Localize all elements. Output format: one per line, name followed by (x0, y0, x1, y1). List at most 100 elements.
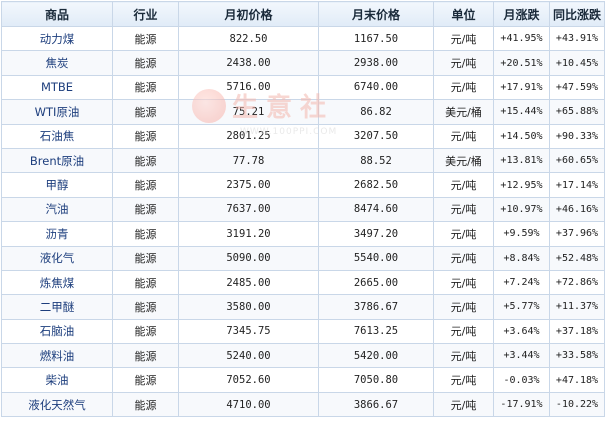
month-change-cell: +15.44% (493, 99, 550, 125)
yoy-change-cell: +52.48% (549, 245, 605, 271)
commodity-name-link[interactable]: 石脑油 (1, 318, 113, 345)
unit-cell: 元/吨 (433, 74, 494, 101)
table-row: 二甲醚 能源 3580.00 3786.67 元/吨 +5.77% +11.37% (1, 294, 605, 320)
end-price-cell: 5540.00 (318, 245, 434, 271)
unit-cell: 元/吨 (433, 294, 494, 320)
end-price-cell: 8474.60 (318, 196, 434, 223)
header-end-price[interactable]: 月末价格 (318, 1, 434, 27)
industry-cell: 能源 (112, 367, 179, 393)
yoy-change-cell: +33.58% (549, 343, 605, 369)
table-row: 动力煤 能源 822.50 1167.50 元/吨 +41.95% +43.91% (1, 25, 605, 52)
yoy-change-cell: +60.65% (549, 147, 605, 174)
end-price-cell: 3497.20 (318, 221, 434, 247)
month-change-cell: +7.24% (493, 269, 550, 296)
yoy-change-cell: +37.18% (549, 318, 605, 345)
yoy-change-cell: -10.22% (549, 391, 605, 418)
end-price-cell: 88.52 (318, 147, 434, 174)
end-price-cell: 1167.50 (318, 25, 434, 52)
commodity-name-link[interactable]: 液化气 (1, 245, 113, 271)
commodity-name-link[interactable]: 柴油 (1, 367, 113, 393)
commodity-name-link[interactable]: 燃料油 (1, 343, 113, 369)
month-change-cell: +13.81% (493, 147, 550, 174)
month-change-cell: +3.44% (493, 343, 550, 369)
industry-cell: 能源 (112, 343, 179, 369)
commodity-name-link[interactable]: 石油焦 (1, 123, 113, 149)
month-change-cell: -0.03% (493, 367, 550, 393)
header-start-price[interactable]: 月初价格 (178, 1, 319, 27)
commodity-name-link[interactable]: 甲醇 (1, 172, 113, 198)
header-commodity[interactable]: 商品 (1, 1, 113, 27)
table-row: 炼焦煤 能源 2485.00 2665.00 元/吨 +7.24% +72.86% (1, 269, 605, 296)
start-price-cell: 3580.00 (178, 294, 319, 320)
unit-cell: 元/吨 (433, 123, 494, 149)
start-price-cell: 2801.25 (178, 123, 319, 149)
commodity-name-link[interactable]: 沥青 (1, 221, 113, 247)
industry-cell: 能源 (112, 123, 179, 149)
header-industry[interactable]: 行业 (112, 1, 179, 27)
table-row: 柴油 能源 7052.60 7050.80 元/吨 -0.03% +47.18% (1, 367, 605, 393)
industry-cell: 能源 (112, 245, 179, 271)
unit-cell: 美元/桶 (433, 99, 494, 125)
start-price-cell: 5716.00 (178, 74, 319, 101)
end-price-cell: 2682.50 (318, 172, 434, 198)
yoy-change-cell: +43.91% (549, 25, 605, 52)
commodity-name-link[interactable]: Brent原油 (1, 147, 113, 174)
end-price-cell: 7613.25 (318, 318, 434, 345)
table-row: 焦炭 能源 2438.00 2938.00 元/吨 +20.51% +10.45% (1, 50, 605, 76)
unit-cell: 元/吨 (433, 221, 494, 247)
unit-cell: 元/吨 (433, 25, 494, 52)
industry-cell: 能源 (112, 74, 179, 101)
yoy-change-cell: +47.18% (549, 367, 605, 393)
yoy-change-cell: +46.16% (549, 196, 605, 223)
table-row: 甲醇 能源 2375.00 2682.50 元/吨 +12.95% +17.14% (1, 172, 605, 198)
table-row: Brent原油 能源 77.78 88.52 美元/桶 +13.81% +60.65% (1, 147, 605, 174)
month-change-cell: +3.64% (493, 318, 550, 345)
yoy-change-cell: +17.14% (549, 172, 605, 198)
yoy-change-cell: +11.37% (549, 294, 605, 320)
commodity-name-link[interactable]: 汽油 (1, 196, 113, 223)
commodity-name-link[interactable]: MTBE (1, 74, 113, 101)
commodity-name-link[interactable]: 焦炭 (1, 50, 113, 76)
end-price-cell: 7050.80 (318, 367, 434, 393)
start-price-cell: 7345.75 (178, 318, 319, 345)
unit-cell: 元/吨 (433, 318, 494, 345)
table-row: WTI原油 能源 75.21 86.82 美元/桶 +15.44% +65.88% (1, 99, 605, 125)
month-change-cell: +12.95% (493, 172, 550, 198)
yoy-change-cell: +72.86% (549, 269, 605, 296)
table-row: 汽油 能源 7637.00 8474.60 元/吨 +10.97% +46.16% (1, 196, 605, 223)
industry-cell: 能源 (112, 269, 179, 296)
header-month-change[interactable]: 月涨跌 (493, 1, 550, 27)
month-change-cell: +17.91% (493, 74, 550, 101)
start-price-cell: 2438.00 (178, 50, 319, 76)
header-yoy-change[interactable]: 同比涨跌 (549, 1, 605, 27)
month-change-cell: +5.77% (493, 294, 550, 320)
unit-cell: 元/吨 (433, 269, 494, 296)
unit-cell: 元/吨 (433, 391, 494, 418)
month-change-cell: +14.50% (493, 123, 550, 149)
header-unit[interactable]: 单位 (433, 1, 494, 27)
end-price-cell: 3207.50 (318, 123, 434, 149)
table-row: 石脑油 能源 7345.75 7613.25 元/吨 +3.64% +37.18% (1, 318, 605, 345)
table-row: 液化气 能源 5090.00 5540.00 元/吨 +8.84% +52.48% (1, 245, 605, 271)
commodity-name-link[interactable]: 炼焦煤 (1, 269, 113, 296)
start-price-cell: 77.78 (178, 147, 319, 174)
table-row: 石油焦 能源 2801.25 3207.50 元/吨 +14.50% +90.33% (1, 123, 605, 149)
commodity-name-link[interactable]: WTI原油 (1, 99, 113, 125)
industry-cell: 能源 (112, 318, 179, 345)
yoy-change-cell: +65.88% (549, 99, 605, 125)
yoy-change-cell: +10.45% (549, 50, 605, 76)
start-price-cell: 2375.00 (178, 172, 319, 198)
end-price-cell: 3786.67 (318, 294, 434, 320)
commodity-name-link[interactable]: 动力煤 (1, 25, 113, 52)
commodity-name-link[interactable]: 液化天然气 (1, 391, 113, 418)
month-change-cell: +8.84% (493, 245, 550, 271)
yoy-change-cell: +47.59% (549, 74, 605, 101)
industry-cell: 能源 (112, 221, 179, 247)
unit-cell: 元/吨 (433, 172, 494, 198)
start-price-cell: 822.50 (178, 25, 319, 52)
industry-cell: 能源 (112, 391, 179, 418)
commodity-name-link[interactable]: 二甲醚 (1, 294, 113, 320)
industry-cell: 能源 (112, 50, 179, 76)
table-header-row: 商品 行业 月初价格 月末价格 单位 月涨跌 同比涨跌 (1, 1, 605, 27)
unit-cell: 美元/桶 (433, 147, 494, 174)
